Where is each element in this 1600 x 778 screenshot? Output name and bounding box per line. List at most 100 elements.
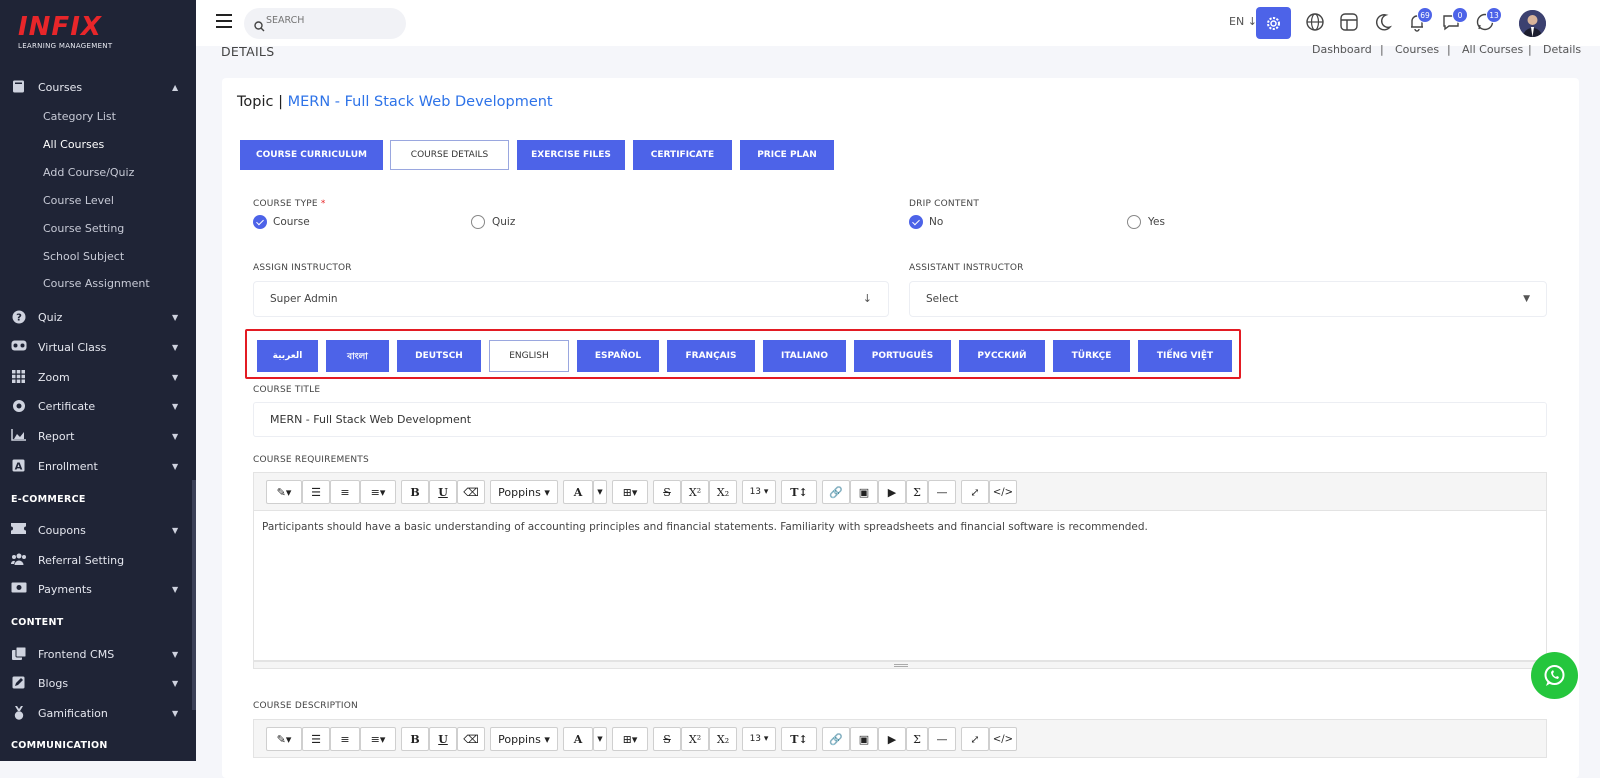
sidebar-item-virtual-class[interactable]: Virtual Class ▼ xyxy=(0,333,192,361)
sidebar-subitem-school-subject[interactable]: School Subject xyxy=(43,250,124,263)
font-size-select[interactable]: 13 ▾ xyxy=(742,480,776,504)
tab-certificate[interactable]: CERTIFICATE xyxy=(633,140,732,170)
search-box[interactable] xyxy=(244,8,406,39)
table-icon[interactable]: ⊞▾ xyxy=(612,727,648,751)
ordered-list-icon[interactable]: ≡ xyxy=(330,727,360,751)
lang-button-ru[interactable]: РУССКИЙ xyxy=(959,340,1045,372)
lang-button-tr[interactable]: TÜRKÇE xyxy=(1053,340,1130,372)
sidebar-subitem-all-courses[interactable]: All Courses xyxy=(43,138,104,151)
bold-icon[interactable]: B xyxy=(401,480,429,504)
lang-button-bn[interactable]: বাংলা xyxy=(326,340,389,372)
fullscreen-icon[interactable]: ⤢ xyxy=(961,480,989,504)
tab-course-curriculum[interactable]: COURSE CURRICULUM xyxy=(240,140,383,170)
font-size-select[interactable]: 13 ▾ xyxy=(742,727,776,751)
bold-icon[interactable]: B xyxy=(401,727,429,751)
eraser-icon[interactable]: ⌫ xyxy=(457,727,485,751)
strikethrough-icon[interactable]: S xyxy=(653,727,681,751)
radio-drip-yes[interactable] xyxy=(1127,215,1141,229)
sidebar-item-blogs[interactable]: Blogs ▼ xyxy=(0,669,192,697)
caret-down-icon[interactable]: ▼ xyxy=(593,480,607,504)
sidebar-item-gamification[interactable]: Gamification ▼ xyxy=(0,699,192,727)
brand-logo[interactable]: INFIX LEARNING MANAGEMENT xyxy=(18,12,138,56)
layout-icon[interactable] xyxy=(1339,12,1361,34)
video-icon[interactable]: ▶ xyxy=(878,727,906,751)
radio-quiz[interactable] xyxy=(471,215,485,229)
lang-button-ar[interactable]: العربية xyxy=(257,340,318,372)
link-icon[interactable]: 🔗 xyxy=(822,480,850,504)
lang-button-es[interactable]: ESPAÑOL xyxy=(577,340,659,372)
image-icon[interactable]: ▣ xyxy=(850,480,878,504)
lang-button-vi[interactable]: TIẾNG VIỆT xyxy=(1138,340,1232,372)
tab-price-plan[interactable]: PRICE PLAN xyxy=(740,140,834,170)
code-view-icon[interactable]: </> xyxy=(989,727,1017,751)
magic-wand-icon[interactable]: ✎▾ xyxy=(266,480,302,504)
sidebar-subitem-category-list[interactable]: Category List xyxy=(43,110,116,123)
table-icon[interactable]: ⊞▾ xyxy=(612,480,648,504)
lang-button-de[interactable]: DEUTSCH xyxy=(397,340,481,372)
link-icon[interactable]: 🔗 xyxy=(822,727,850,751)
ordered-list-icon[interactable]: ≡ xyxy=(330,480,360,504)
align-icon[interactable]: ≡▾ xyxy=(360,727,396,751)
sidebar-item-report[interactable]: Report ▼ xyxy=(0,422,192,450)
magic-wand-icon[interactable]: ✎▾ xyxy=(266,727,302,751)
radio-course[interactable] xyxy=(253,215,267,229)
settings-button[interactable] xyxy=(1256,7,1291,39)
eraser-icon[interactable]: ⌫ xyxy=(457,480,485,504)
moon-icon[interactable] xyxy=(1373,12,1395,34)
topic-name[interactable]: MERN - Full Stack Web Development xyxy=(288,94,553,110)
requirements-editor[interactable]: Participants should have a basic underst… xyxy=(253,511,1547,661)
underline-icon[interactable]: U xyxy=(429,480,457,504)
lang-button-pt[interactable]: PORTUGUÊS xyxy=(854,340,951,372)
breadcrumb-courses[interactable]: Courses xyxy=(1395,43,1439,56)
sidebar-subitem-course-level[interactable]: Course Level xyxy=(43,194,114,207)
language-selector[interactable]: EN ↓ xyxy=(1229,15,1257,28)
align-icon[interactable]: ≡▾ xyxy=(360,480,396,504)
tab-exercise-files[interactable]: EXERCISE FILES xyxy=(517,140,625,170)
sidebar-item-coupons[interactable]: Coupons ▼ xyxy=(0,516,192,544)
whatsapp-float-button[interactable] xyxy=(1531,652,1578,699)
sidebar-item-frontend-cms[interactable]: Frontend CMS ▼ xyxy=(0,640,192,668)
underline-icon[interactable]: U xyxy=(429,727,457,751)
sigma-icon[interactable]: Σ xyxy=(906,727,928,751)
assistant-instructor-select[interactable]: Select ▼ xyxy=(909,281,1547,317)
menu-icon[interactable] xyxy=(216,14,232,28)
globe-icon[interactable] xyxy=(1305,12,1327,34)
superscript-icon[interactable]: X² xyxy=(681,480,709,504)
radio-drip-no[interactable] xyxy=(909,215,923,229)
sidebar-subitem-course-setting[interactable]: Course Setting xyxy=(43,222,124,235)
line-height-icon[interactable]: T↕ xyxy=(781,727,817,751)
sidebar-item-enrollment[interactable]: A Enrollment ▼ xyxy=(0,452,192,480)
code-view-icon[interactable]: </> xyxy=(989,480,1017,504)
sidebar-scrollbar[interactable] xyxy=(192,480,196,710)
line-height-icon[interactable]: T↕ xyxy=(781,480,817,504)
breadcrumb-all-courses[interactable]: All Courses xyxy=(1462,43,1523,56)
lang-button-en[interactable]: ENGLISH xyxy=(489,340,569,372)
superscript-icon[interactable]: X² xyxy=(681,727,709,751)
font-family-select[interactable]: Poppins ▾ xyxy=(490,480,558,504)
avatar[interactable] xyxy=(1519,10,1546,37)
sidebar-item-courses[interactable]: Courses ▲ xyxy=(0,73,192,101)
sidebar-item-quiz[interactable]: ? Quiz ▼ xyxy=(0,303,192,331)
lang-button-fr[interactable]: FRANÇAIS xyxy=(667,340,755,372)
sidebar-subitem-course-assignment[interactable]: Course Assignment xyxy=(43,277,150,290)
subscript-icon[interactable]: X₂ xyxy=(709,480,737,504)
strikethrough-icon[interactable]: S xyxy=(653,480,681,504)
horizontal-rule-icon[interactable]: — xyxy=(928,727,956,751)
search-input[interactable] xyxy=(266,15,396,26)
lang-button-it[interactable]: ITALIANO xyxy=(763,340,846,372)
sidebar-item-referral-setting[interactable]: Referral Setting xyxy=(0,546,192,574)
unordered-list-icon[interactable]: ☰ xyxy=(302,727,330,751)
video-icon[interactable]: ▶ xyxy=(878,480,906,504)
sidebar-item-certificate[interactable]: Certificate ▼ xyxy=(0,392,192,420)
sigma-icon[interactable]: Σ xyxy=(906,480,928,504)
breadcrumb-dashboard[interactable]: Dashboard xyxy=(1312,43,1372,56)
tab-course-details[interactable]: COURSE DETAILS xyxy=(390,140,509,170)
horizontal-rule-icon[interactable]: — xyxy=(928,480,956,504)
image-icon[interactable]: ▣ xyxy=(850,727,878,751)
font-color-icon[interactable]: A xyxy=(563,480,593,504)
fullscreen-icon[interactable]: ⤢ xyxy=(961,727,989,751)
subscript-icon[interactable]: X₂ xyxy=(709,727,737,751)
caret-down-icon[interactable]: ▼ xyxy=(593,727,607,751)
course-title-input[interactable]: MERN - Full Stack Web Development xyxy=(253,402,1547,437)
sidebar-item-payments[interactable]: Payments ▼ xyxy=(0,575,192,603)
